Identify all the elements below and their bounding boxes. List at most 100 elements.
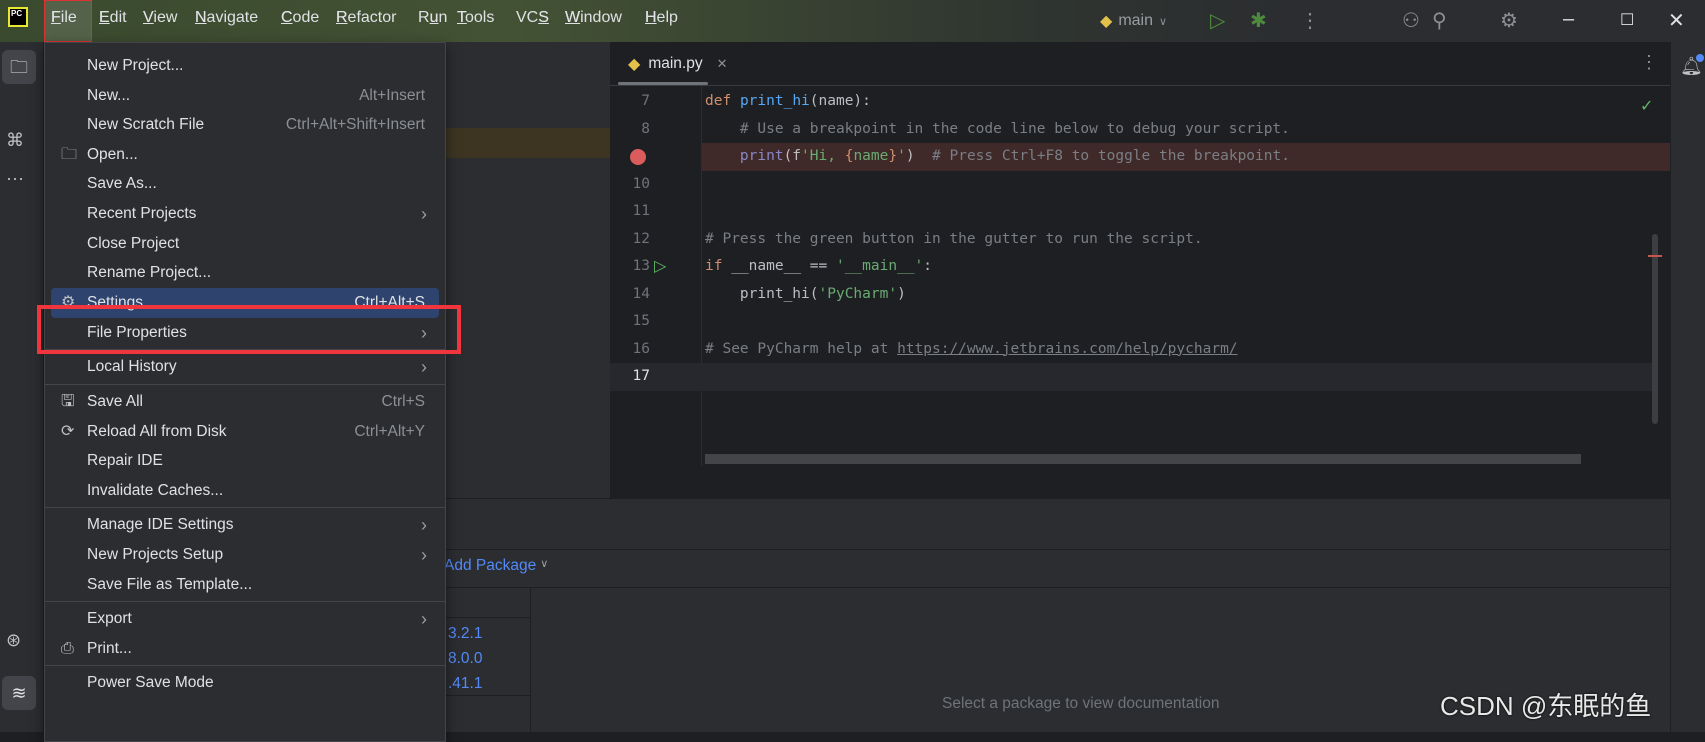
mnemonic-underline: C	[281, 9, 293, 26]
tab-main-py[interactable]: ◆ main.py ✕	[628, 42, 728, 86]
chevron-right-icon: ›	[421, 545, 427, 565]
menu-item-label: Print...	[87, 639, 132, 657]
menu-item-invalidate-caches[interactable]: Invalidate Caches...	[51, 476, 439, 506]
file-menu: New Project... New... Alt+Insert New Scratc…	[44, 42, 446, 742]
menu-file[interactable]: File F	[46, 0, 82, 42]
code-line[interactable]: print_hi('PyCharm')	[705, 281, 906, 309]
line-number: 7	[641, 93, 650, 109]
folder-icon: 🗀	[61, 145, 78, 163]
vertical-scrollbar[interactable]	[1652, 234, 1658, 424]
line-number: 16	[632, 340, 650, 357]
menu-separator	[45, 665, 445, 667]
package-version[interactable]: 8.0.0	[448, 650, 482, 668]
menu-vcs[interactable]: VCS S	[511, 0, 554, 42]
menu-item-print[interactable]: ⎙ Print...	[51, 634, 439, 664]
minimize-icon[interactable]: –	[1563, 8, 1574, 31]
menu-run[interactable]: Run u	[413, 0, 452, 42]
python-file-icon: ◆	[628, 56, 641, 73]
menu-item-new-projects-setup[interactable]: New Projects Setup ›	[51, 540, 439, 570]
python-packages-icon[interactable]: ≋	[2, 676, 36, 710]
menu-tools[interactable]: Tools T	[452, 0, 499, 42]
menu-item-new[interactable]: New... Alt+Insert	[51, 81, 439, 111]
menu-item-export[interactable]: Export ›	[51, 604, 439, 634]
menu-code[interactable]: Code C	[276, 0, 324, 42]
menu-edit[interactable]: Edit E	[94, 0, 132, 42]
code-line[interactable]: # See PyCharm help at https://www.jetbra…	[705, 336, 1238, 364]
watermark: CSDN @东眠的鱼	[1440, 691, 1652, 721]
maximize-icon[interactable]: ☐	[1620, 10, 1634, 30]
notification-badge	[1696, 54, 1704, 62]
menu-item-save-file-as-template[interactable]: Save File as Template...	[51, 570, 439, 600]
line-number: 15	[632, 313, 650, 329]
add-package-button[interactable]: Add Package ∨	[444, 557, 548, 575]
reload-icon: ⟳	[61, 422, 75, 440]
more-tools-icon[interactable]: ···	[6, 168, 24, 189]
menu-item-save-all[interactable]: 🖫 Save All Ctrl+S	[51, 387, 439, 417]
current-line-highlight	[610, 363, 1652, 391]
code-line[interactable]: if __name__ == '__main__':	[705, 253, 932, 281]
run-gutter-icon[interactable]: ▷	[654, 253, 666, 281]
menu-item-close-project[interactable]: Close Project	[51, 229, 439, 259]
mnemonic-underline: R	[336, 9, 348, 26]
mnemonic-underline: S	[538, 9, 549, 26]
mnemonic-underline: H	[645, 9, 657, 26]
menu-item-label: New Projects Setup	[87, 546, 224, 563]
menu-item-label: Rename Project...	[87, 264, 212, 282]
menu-item-new-scratch-file[interactable]: New Scratch File Ctrl+Alt+Shift+Insert	[51, 110, 439, 140]
menu-item-open[interactable]: 🗀 Open...	[51, 140, 439, 170]
package-version[interactable]: 3.2.1	[448, 625, 482, 643]
horizontal-scrollbar[interactable]	[705, 454, 1581, 464]
menu-item-local-history[interactable]: Local History ›	[51, 352, 439, 382]
menu-refactor[interactable]: Refactor R	[331, 0, 401, 42]
run-config-selector[interactable]: ◆ main ∨	[1100, 8, 1167, 34]
code-line[interactable]: # Press the green button in the gutter t…	[705, 226, 1203, 254]
menu-item-label: Export	[87, 610, 132, 628]
python-icon: ◆	[1100, 13, 1113, 30]
tab-options-icon[interactable]: ⋮	[1640, 52, 1658, 73]
run-icon[interactable]: ▷	[1210, 8, 1225, 33]
menu-separator	[45, 601, 445, 603]
menu-item-recent-projects[interactable]: Recent Projects ›	[51, 199, 439, 229]
annotation-highlight-box	[37, 305, 461, 354]
close-icon[interactable]: ✕	[1668, 8, 1685, 33]
menu-item-rename-project[interactable]: Rename Project...	[51, 258, 439, 288]
menu-item-label: Recent Projects	[87, 205, 197, 222]
search-icon[interactable]: ⚲	[1432, 8, 1447, 33]
breakpoint-icon[interactable]	[630, 149, 646, 165]
more-icon[interactable]: ⋮	[1300, 8, 1320, 33]
line-number: 12	[632, 230, 650, 247]
debug-icon[interactable]: ✱	[1250, 8, 1267, 33]
line-number: 11	[632, 203, 650, 219]
mnemonic-underline: u	[429, 9, 439, 26]
menu-item-label: New Project...	[87, 57, 184, 74]
menu-item-label: Manage IDE Settings	[87, 516, 234, 534]
menu-item-power-save-mode[interactable]: Power Save Mode	[51, 668, 439, 698]
menu-item-save-as[interactable]: Save As...	[51, 169, 439, 199]
close-tab-icon[interactable]: ✕	[717, 56, 728, 72]
menu-view[interactable]: View V	[138, 0, 182, 42]
line-number: 17	[632, 368, 650, 384]
menu-window[interactable]: Window W	[560, 0, 627, 42]
gear-icon[interactable]: ⚙	[1500, 8, 1518, 33]
menu-item-label: Save File as Template...	[87, 575, 253, 593]
right-tool-strip: 🔔︎	[1670, 42, 1705, 732]
code-line[interactable]: print(f'Hi, {name}') # Press Ctrl+F8 to …	[705, 143, 1290, 171]
add-user-icon[interactable]: ⚇	[1402, 8, 1420, 33]
menu-help[interactable]: Help H	[640, 0, 683, 42]
structure-tool-icon[interactable]: ⌘	[6, 130, 24, 151]
project-tool-icon[interactable]: 🗀	[2, 50, 36, 84]
error-stripe-mark	[1648, 255, 1662, 257]
menu-separator	[45, 384, 445, 385]
menu-item-manage-ide-settings[interactable]: Manage IDE Settings ›	[51, 510, 439, 540]
code-line[interactable]: def print_hi(name):	[705, 88, 871, 116]
menu-item-shortcut: Ctrl+Alt+Y	[354, 422, 425, 440]
menu-item-label: Power Save Mode	[87, 674, 214, 692]
code-line[interactable]: # Use a breakpoint in the code line belo…	[705, 116, 1290, 144]
python-console-icon[interactable]: ⊛	[6, 630, 21, 651]
package-version[interactable]: .41.1	[448, 675, 482, 693]
save-icon: 🖫	[61, 393, 75, 410]
menu-item-reload-all-from-disk[interactable]: ⟳ Reload All from Disk Ctrl+Alt+Y	[51, 417, 439, 447]
menu-item-new-project[interactable]: New Project...	[51, 51, 439, 81]
menu-navigate[interactable]: Navigate N	[190, 0, 263, 42]
menu-item-repair-ide[interactable]: Repair IDE	[51, 446, 439, 476]
